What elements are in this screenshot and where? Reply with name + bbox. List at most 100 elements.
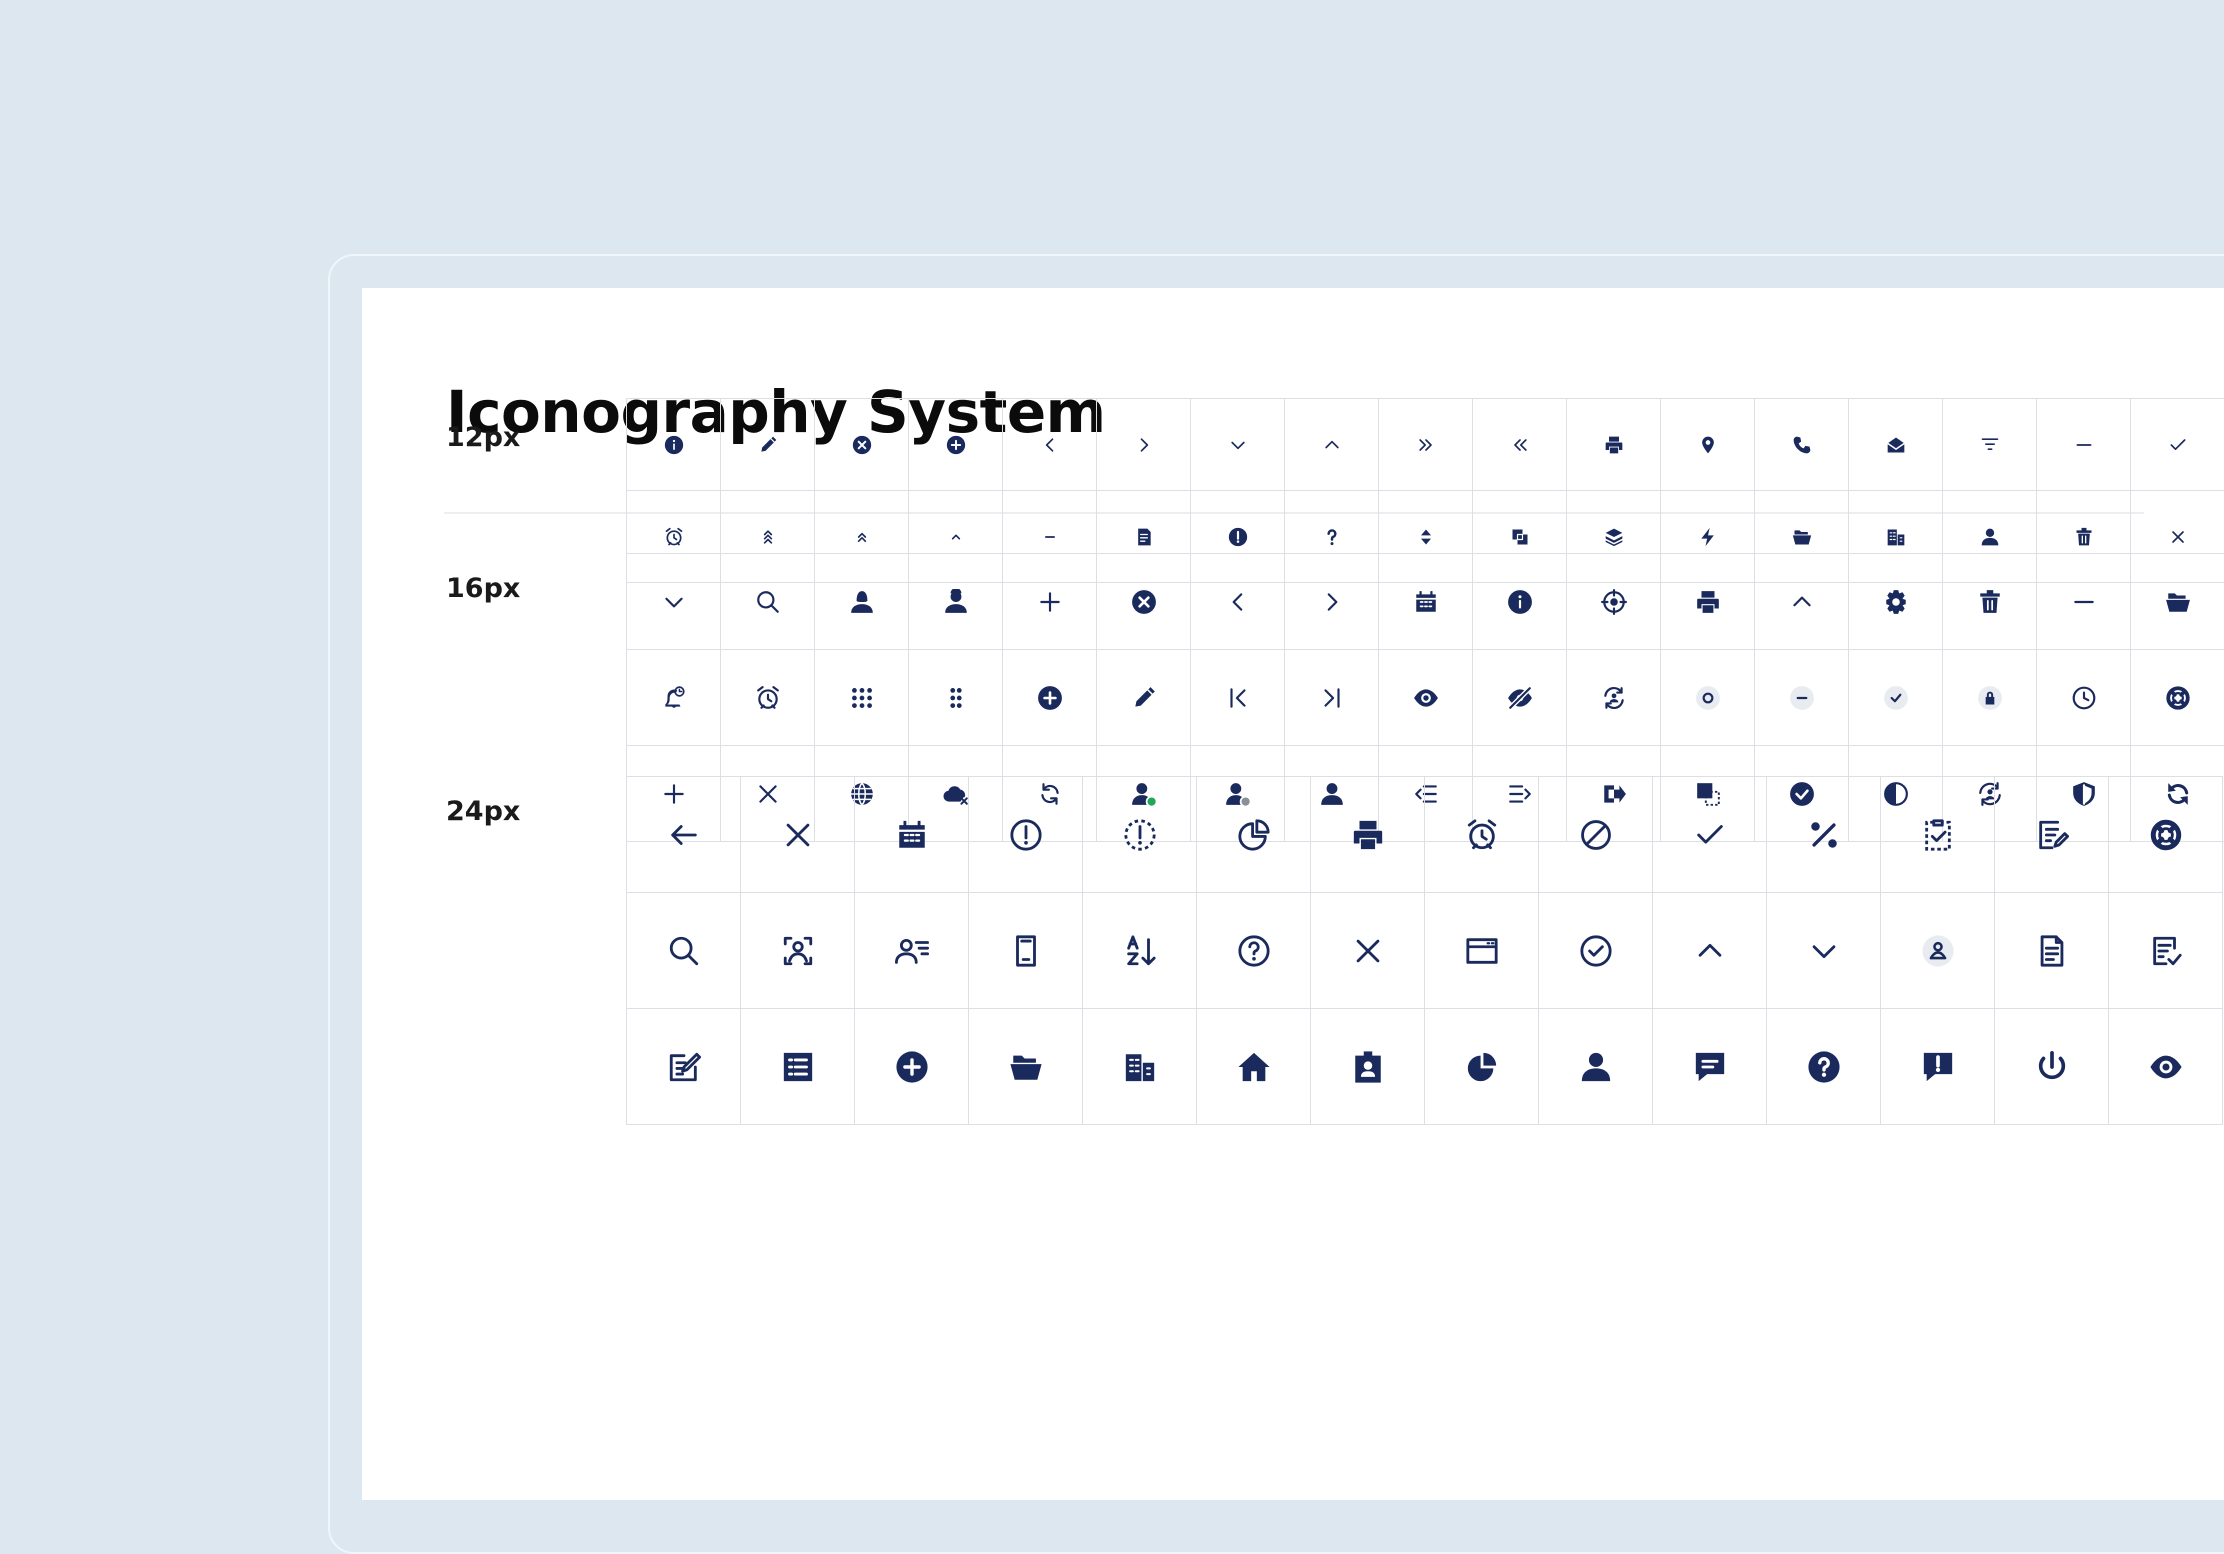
icon-cell	[1881, 1009, 1995, 1124]
pie-chart-outline-icon	[1237, 818, 1270, 851]
question-mark-icon	[1326, 528, 1337, 545]
icon-cell	[2109, 893, 2223, 1008]
double-chevron-up-icon	[857, 532, 866, 542]
icon-cell	[1083, 777, 1197, 892]
icon-cell	[1943, 399, 2037, 490]
percent-icon	[1810, 821, 1837, 848]
user-badge-icon	[1921, 934, 1954, 967]
exclamation-circle-dashed-icon	[1123, 818, 1156, 851]
icon-cell	[1003, 554, 1097, 649]
icon-cell	[815, 650, 909, 745]
icon-cell	[1767, 777, 1881, 892]
power-icon	[2038, 1050, 2065, 1079]
icon-cell	[721, 554, 815, 649]
buildings-icon	[1125, 1053, 1154, 1081]
icon-row	[626, 1009, 2223, 1125]
icon-cell	[1849, 399, 1943, 490]
plus-icon	[1039, 591, 1060, 612]
clipboard-check-icon	[1924, 818, 1951, 851]
icon-cell	[969, 1009, 1083, 1124]
icon-cell	[1567, 399, 1661, 490]
icon-cell	[1539, 1009, 1653, 1124]
pie-chart-filled-icon	[1467, 1052, 1496, 1081]
icon-cell	[741, 1009, 855, 1124]
minus-icon	[2076, 443, 2091, 446]
icon-cell	[1191, 650, 1285, 745]
icon-cell	[721, 650, 815, 745]
folder-open-icon	[1009, 1055, 1042, 1080]
icon-cell	[721, 399, 815, 490]
icon-cell	[1653, 1009, 1767, 1124]
layers-icon	[1605, 528, 1622, 546]
icon-cell	[1661, 554, 1755, 649]
filter-lines-icon	[1981, 437, 1998, 450]
icon-cell	[627, 650, 721, 745]
target-icon	[1600, 588, 1627, 615]
copy-filled-icon	[1512, 529, 1527, 544]
bell-clock-icon	[664, 685, 685, 708]
icon-cell	[1311, 893, 1425, 1008]
chevron-down-icon	[664, 597, 683, 607]
exclamation-circle-filled-icon	[1228, 527, 1247, 546]
double-chevron-left-icon	[1513, 438, 1527, 451]
calendar-icon	[897, 820, 926, 848]
icon-cell	[1473, 554, 1567, 649]
icon-cell	[1767, 893, 1881, 1008]
icon-cell	[1097, 650, 1191, 745]
id-badge-icon	[1354, 1050, 1381, 1083]
icon-cell	[1197, 777, 1311, 892]
chevron-up-icon	[1324, 440, 1339, 448]
icon-cell	[1881, 777, 1995, 892]
chevron-up-icon	[1698, 943, 1721, 957]
icon-cell	[1539, 893, 1653, 1008]
icon-cell	[969, 777, 1083, 892]
status-lock-icon	[1977, 685, 2002, 710]
status-empty-icon	[1695, 685, 1720, 710]
status-check-icon	[1883, 685, 1908, 710]
icon-cell	[1425, 1009, 1539, 1124]
sort-vertical-icon	[1420, 529, 1431, 544]
icon-cell	[855, 777, 969, 892]
close-small-icon	[2171, 530, 2184, 543]
eye-off-icon	[1507, 686, 1532, 709]
icon-cell	[1285, 399, 1379, 490]
chevron-down-icon	[1812, 944, 1835, 958]
list-box-icon	[783, 1052, 812, 1081]
icon-cell	[627, 893, 741, 1008]
icon-cell	[1849, 650, 1943, 745]
chevron-left-icon	[1232, 592, 1242, 611]
user-female-icon	[850, 590, 873, 613]
double-chevron-right-icon	[1418, 438, 1432, 451]
size-label-24px: 24px	[446, 796, 521, 827]
chevron-up-small-icon	[951, 534, 960, 539]
trash-icon	[2076, 527, 2091, 545]
printer-icon	[1605, 436, 1622, 453]
icon-row	[626, 893, 2223, 1009]
alarm-clock-icon	[665, 527, 682, 545]
ban-icon	[1580, 819, 1611, 850]
icon-cell	[855, 1009, 969, 1124]
icon-cell	[815, 399, 909, 490]
grid-dots-9-icon	[851, 687, 872, 708]
icon-cell	[1311, 1009, 1425, 1124]
size-label-12px: 12px	[446, 422, 521, 453]
gear-icon	[1885, 589, 1906, 614]
icon-cell	[2131, 554, 2224, 649]
icon-cell	[2037, 554, 2131, 649]
icon-cell	[1995, 777, 2109, 892]
chat-message-icon	[1695, 1052, 1724, 1081]
grid-dots-6-icon	[949, 687, 962, 708]
icon-cell	[1197, 893, 1311, 1008]
sync-user-icon	[1603, 686, 1624, 709]
icon-cell	[815, 554, 909, 649]
icon-cell	[1285, 650, 1379, 745]
folder-open-icon	[1792, 529, 1811, 544]
info-filled-icon	[664, 435, 683, 454]
icon-cell	[1379, 554, 1473, 649]
question-circle-filled-icon	[1807, 1050, 1840, 1083]
icon-cell	[2109, 1009, 2223, 1124]
icon-cell	[1995, 893, 2109, 1008]
chat-alert-icon	[1923, 1052, 1952, 1081]
calendar-icon	[1414, 590, 1437, 612]
icon-cell	[909, 554, 1003, 649]
